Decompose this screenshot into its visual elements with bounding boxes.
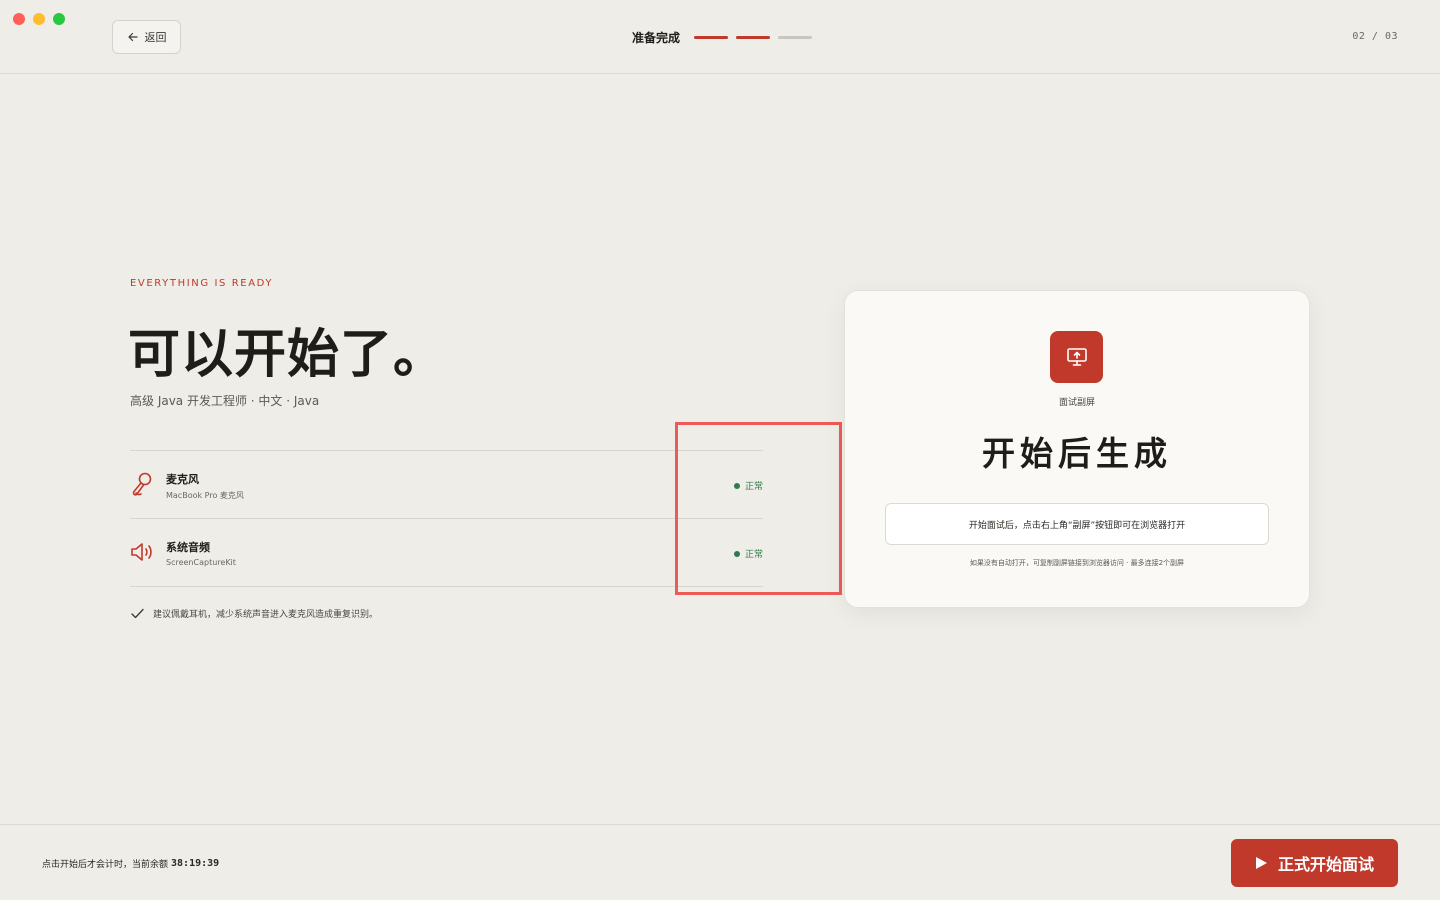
device-list: 麦克风 MacBook Pro 麦克风 正常 系统音频 ScreenCaptur… xyxy=(130,450,763,587)
page-title: 可以开始了。 xyxy=(128,324,447,385)
step-indicator-1 xyxy=(694,36,729,39)
play-icon xyxy=(1255,857,1267,869)
start-interview-label: 正式开始面试 xyxy=(1277,855,1374,874)
device-name: 系统音频 xyxy=(166,541,210,554)
progress-steps: 准备完成 xyxy=(632,29,820,46)
device-row-microphone: 麦克风 MacBook Pro 麦克风 正常 xyxy=(130,451,763,519)
check-icon xyxy=(131,608,144,619)
back-button-label: 返回 xyxy=(144,31,167,44)
balance-timer: 38:19:39 xyxy=(171,858,220,869)
header: 返回 准备完成 02 / 03 xyxy=(0,0,1440,74)
microphone-icon xyxy=(132,472,152,496)
page-subtitle: 高级 Java 开发工程师 · 中文 · Java xyxy=(130,394,320,408)
step-label: 准备完成 xyxy=(632,31,681,45)
device-subtitle: ScreenCaptureKit xyxy=(166,558,236,567)
device-subtitle: MacBook Pro 麦克风 xyxy=(166,491,244,500)
device-row-system-audio: 系统音频 ScreenCaptureKit 正常 xyxy=(130,519,763,587)
tip-text: 建议佩戴耳机，减少系统声音进入麦克风造成重复识别。 xyxy=(153,610,379,620)
balance-note-text: 点击开始后才会计时，当前余额 xyxy=(42,860,169,870)
footer: 点击开始后才会计时，当前余额 38:19:39 正式开始面试 xyxy=(0,824,1440,900)
app-window: 返回 准备完成 02 / 03 EVERYTHING IS READY 可以开始… xyxy=(0,0,1440,900)
back-button[interactable]: 返回 xyxy=(112,20,181,54)
highlight-overlay xyxy=(675,422,842,595)
speaker-icon xyxy=(131,543,152,561)
step-counter: 02 / 03 xyxy=(1352,31,1398,42)
device-name: 麦克风 xyxy=(166,473,199,486)
card-label: 面试副屏 xyxy=(1058,398,1095,408)
arrow-left-icon xyxy=(127,32,138,42)
card-title: 开始后生成 xyxy=(982,434,1172,473)
balance-note: 点击开始后才会计时，当前余额 38:19:39 xyxy=(42,857,219,870)
card-note: 如果没有自动打开，可复制副屏链接到浏览器访问 · 最多连接2个副屏 xyxy=(969,559,1185,567)
start-interview-button[interactable]: 正式开始面试 xyxy=(1231,839,1398,887)
second-screen-card: 面试副屏 开始后生成 开始面试后，点击右上角“副屏”按钮即可在浏览器打开 如果没… xyxy=(844,290,1310,608)
step-indicator-2 xyxy=(736,36,771,39)
eyebrow-text: EVERYTHING IS READY xyxy=(130,278,274,289)
card-hint: 开始面试后，点击右上角“副屏”按钮即可在浏览器打开 xyxy=(885,503,1269,545)
screen-share-icon xyxy=(1050,331,1103,383)
step-indicator-3 xyxy=(778,36,813,39)
headphone-tip: 建议佩戴耳机，减少系统声音进入麦克风造成重复识别。 xyxy=(130,606,378,621)
